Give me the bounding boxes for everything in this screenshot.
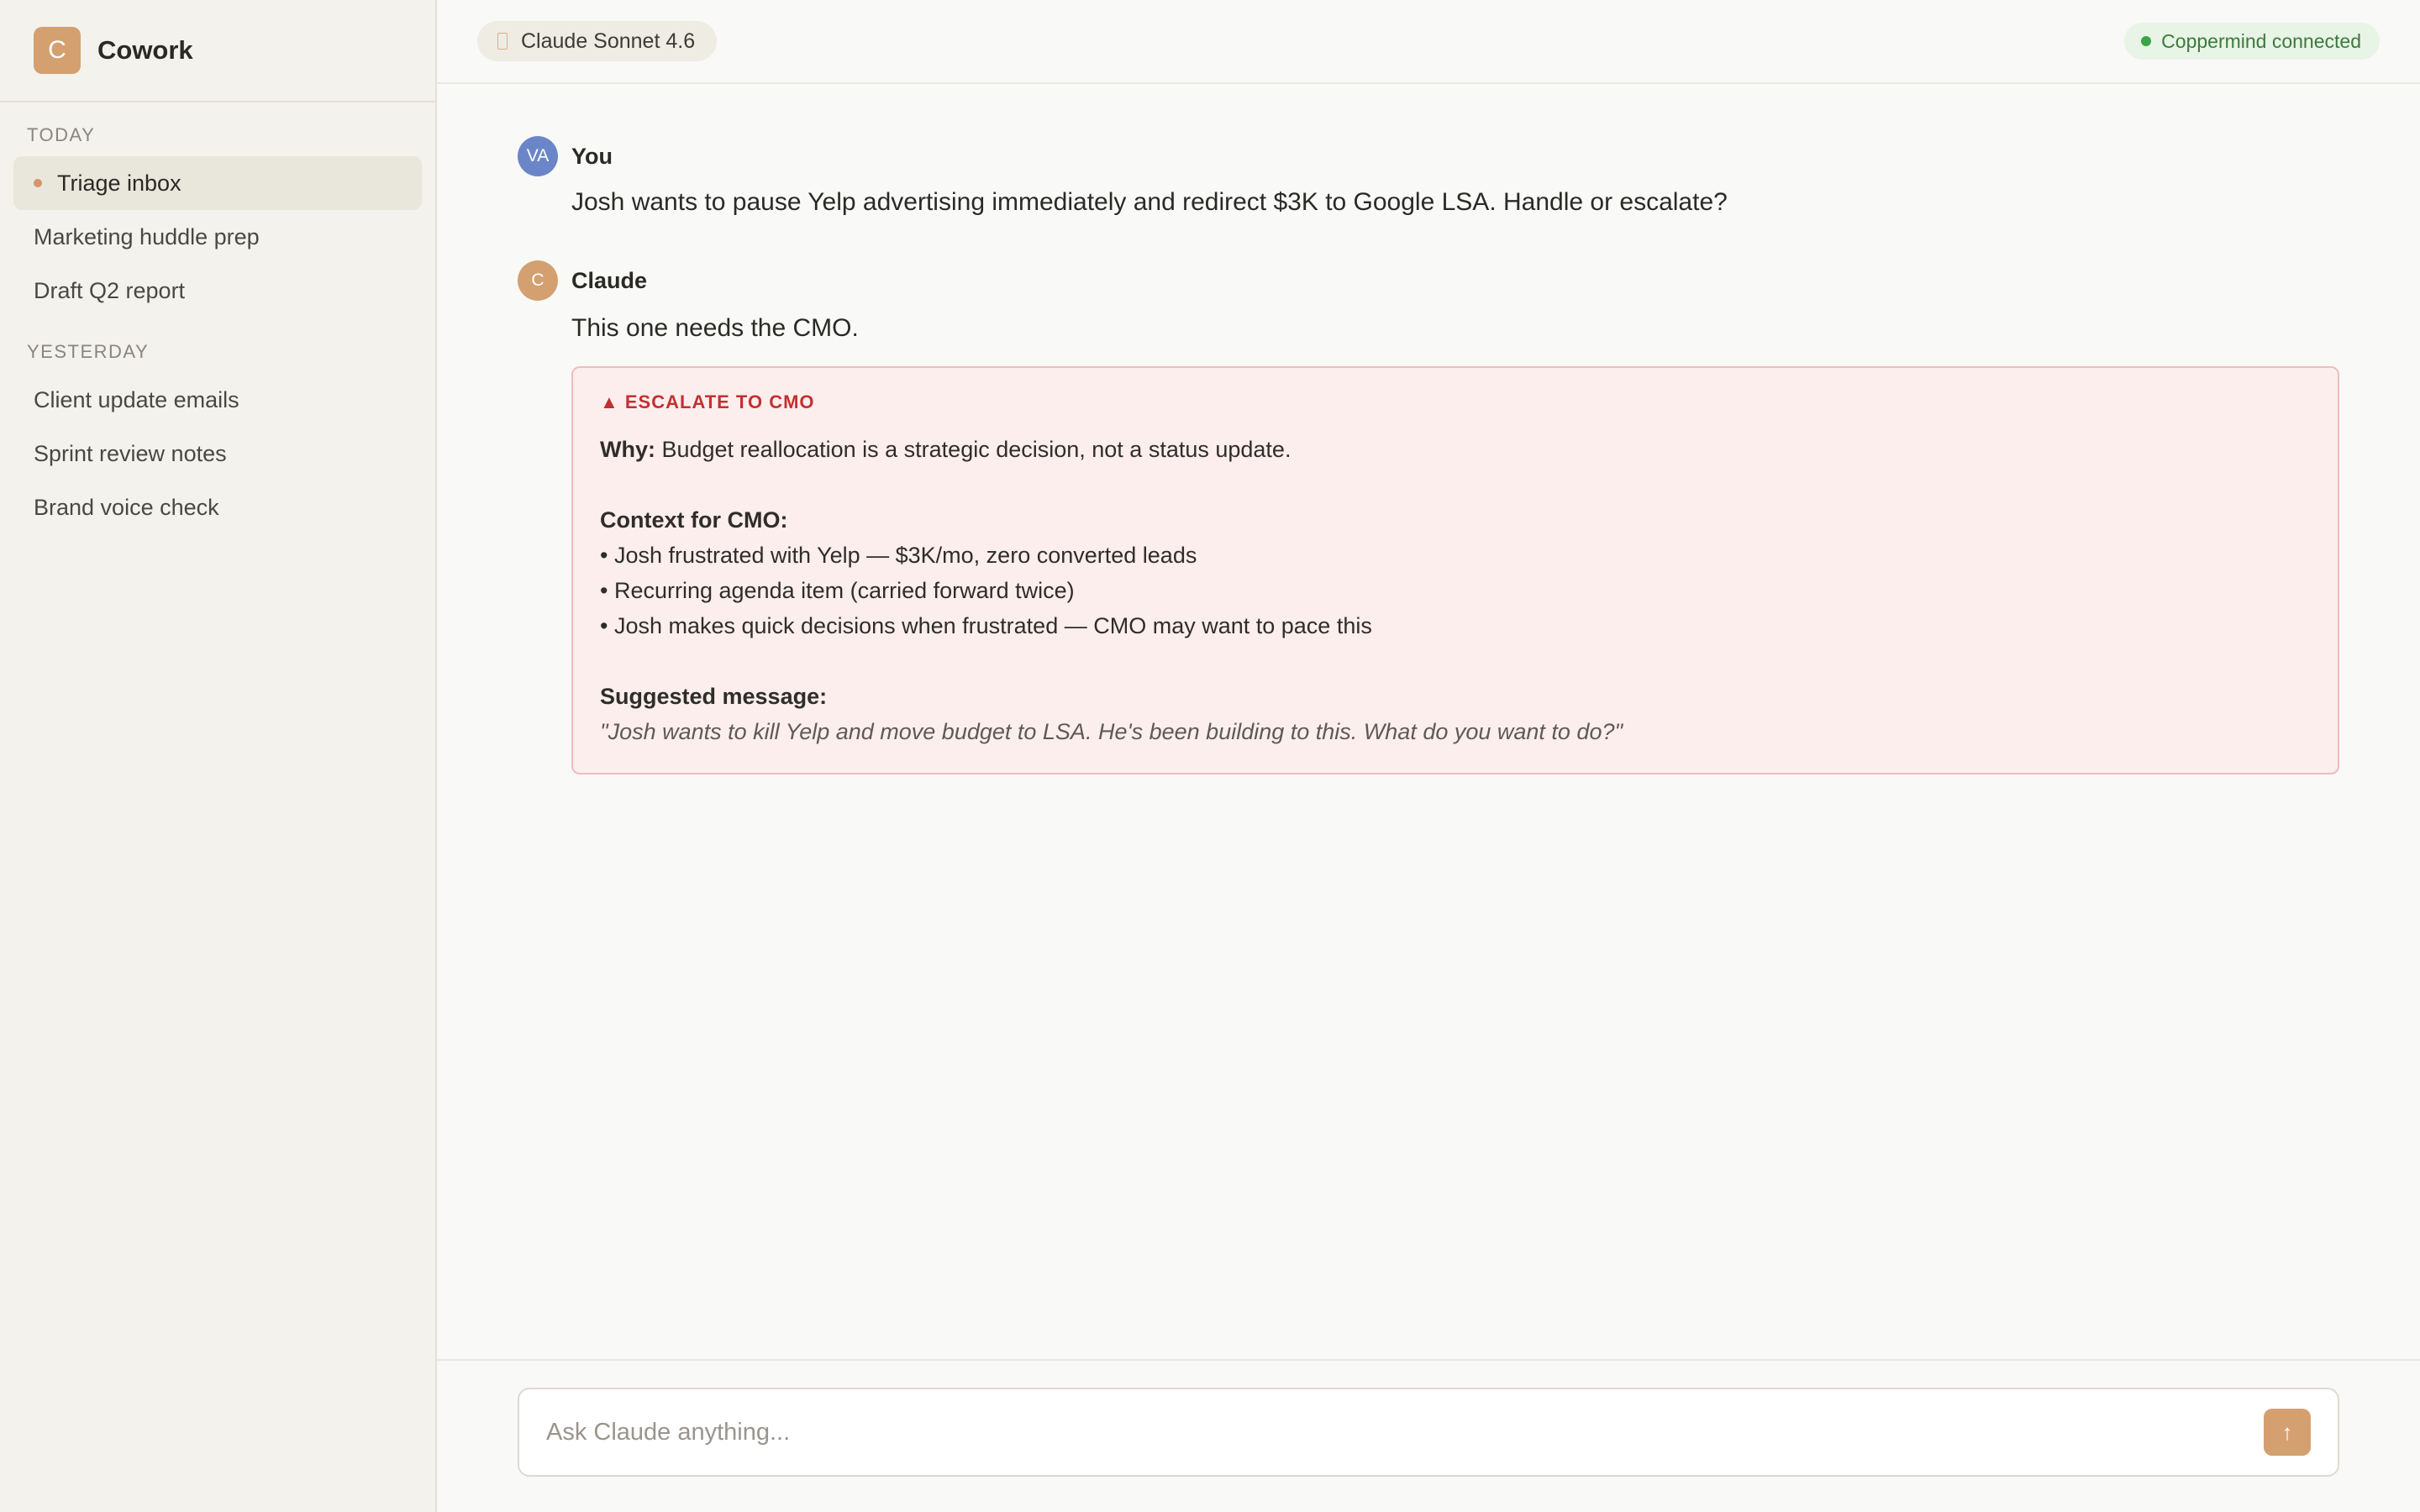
connection-label: Coppermind connected xyxy=(2161,29,2361,52)
brand-name: Cowork xyxy=(97,35,193,65)
model-label: Claude Sonnet 4.6 xyxy=(521,29,696,53)
brand-header: C Cowork xyxy=(0,0,435,102)
user-message: VA You Josh wants to pause Yelp advertis… xyxy=(518,136,2339,220)
context-bullet: • Recurring agenda item (carried forward… xyxy=(600,578,1075,603)
sidebar-item-label: Sprint review notes xyxy=(34,440,227,466)
main-panel: Claude Sonnet 4.6 Coppermind connected V… xyxy=(437,0,2420,1512)
message-text: This one needs the CMO. xyxy=(571,314,859,342)
conversation: VA You Josh wants to pause Yelp advertis… xyxy=(437,84,2420,1359)
topbar: Claude Sonnet 4.6 Coppermind connected xyxy=(437,0,2420,84)
avatar: VA xyxy=(518,136,558,176)
message-text: Josh wants to pause Yelp advertising imm… xyxy=(571,188,1728,216)
sidebar-item-label: Marketing huddle prep xyxy=(34,223,260,249)
send-button[interactable]: ↑ xyxy=(2264,1409,2311,1456)
model-selector-button[interactable]: Claude Sonnet 4.6 xyxy=(477,21,718,61)
sidebar-item-triage-inbox[interactable]: Triage inbox xyxy=(13,156,422,210)
escalation-title: ▲ ESCALATE TO CMO xyxy=(600,391,815,412)
context-bullet: • Josh makes quick decisions when frustr… xyxy=(600,613,1372,638)
composer: ↑ xyxy=(518,1388,2339,1477)
message-author: You xyxy=(571,143,613,169)
message-input[interactable] xyxy=(546,1418,2264,1446)
message-header: VA You xyxy=(518,136,2339,176)
escalation-card: ▲ ESCALATE TO CMO Why: Budget reallocati… xyxy=(571,366,2339,774)
context-bullet: • Josh frustrated with Yelp — $3K/mo, ze… xyxy=(600,543,1197,568)
why-label: Why: xyxy=(600,437,655,462)
why-line: Why: Budget reallocation is a strategic … xyxy=(600,432,2311,467)
suggested-label: Suggested message: xyxy=(600,684,828,709)
escalation-body: Why: Budget reallocation is a strategic … xyxy=(600,432,2311,749)
brand-logo: C xyxy=(34,27,81,74)
sidebar-item-label: Triage inbox xyxy=(57,170,182,196)
why-text: Budget reallocation is a strategic decis… xyxy=(655,437,1292,462)
composer-area: ↑ xyxy=(437,1359,2420,1512)
sidebar-item-draft-q2-report[interactable]: Draft Q2 report xyxy=(13,264,422,318)
active-dot-icon xyxy=(34,179,42,187)
status-dot-icon xyxy=(2141,36,2152,46)
assistant-message: C Claude This one needs the CMO. ▲ ESCAL… xyxy=(518,260,2339,774)
sidebar-item-client-update-emails[interactable]: Client update emails xyxy=(13,373,422,427)
section-label-yesterday: YESTERDAY xyxy=(27,341,150,362)
sidebar-item-marketing-huddle-prep[interactable]: Marketing huddle prep xyxy=(13,210,422,264)
sidebar-item-label: Client update emails xyxy=(34,386,239,412)
sidebar-item-label: Draft Q2 report xyxy=(34,277,186,303)
message-author: Claude xyxy=(571,267,648,293)
sidebar: C Cowork TODAY Triage inbox Marketing hu… xyxy=(0,0,437,1512)
sidebar-item-brand-voice-check[interactable]: Brand voice check xyxy=(13,480,422,534)
section-label-today: TODAY xyxy=(27,124,96,145)
app-window: C Cowork TODAY Triage inbox Marketing hu… xyxy=(0,0,2420,1512)
connection-status-badge: Coppermind connected xyxy=(2124,23,2380,60)
avatar: C xyxy=(518,260,558,301)
arrow-up-icon: ↑ xyxy=(2281,1419,2293,1445)
sidebar-item-label: Brand voice check xyxy=(34,494,219,520)
suggested-message: "Josh wants to kill Yelp and move budget… xyxy=(600,719,1623,744)
context-label: Context for CMO: xyxy=(600,507,788,533)
model-icon xyxy=(497,33,508,50)
message-header: C Claude xyxy=(518,260,2339,301)
sidebar-item-sprint-review-notes[interactable]: Sprint review notes xyxy=(13,427,422,480)
